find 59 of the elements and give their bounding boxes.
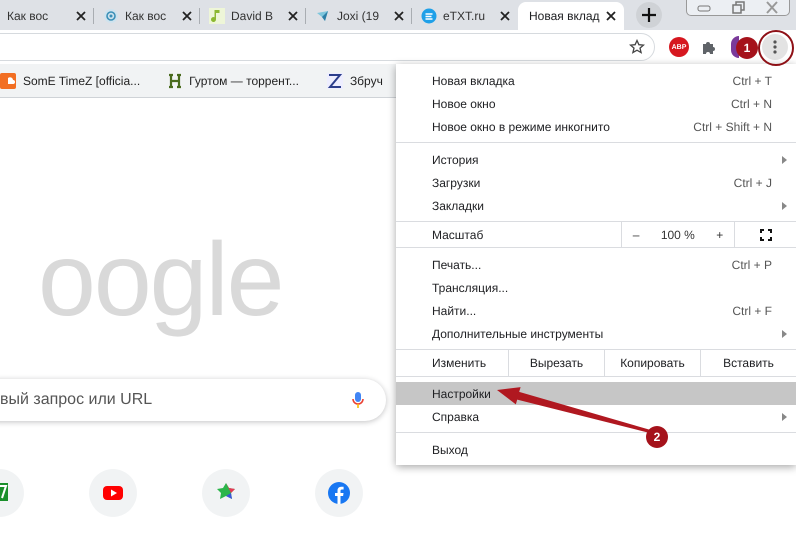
menu-item[interactable]: Новая вкладка Ctrl + T [396, 69, 796, 92]
menu-item[interactable]: Загрузки Ctrl + J [396, 171, 796, 194]
zoom-in-button[interactable]: + [716, 228, 724, 242]
bookmark-item[interactable]: Гуртом — торрент... [162, 72, 305, 88]
zoom-out-button[interactable]: – [632, 228, 640, 242]
more-vert-icon [773, 40, 777, 54]
menu-item[interactable]: Настройки [396, 382, 796, 405]
edit-action-button[interactable]: Копировать [604, 350, 700, 376]
zoom-level: 100 % [660, 228, 695, 242]
highlight-ring [758, 30, 794, 66]
edit-label: Изменить [432, 356, 488, 370]
star-icon[interactable] [629, 39, 645, 55]
menu-item[interactable]: Печать... Ctrl + P [396, 253, 796, 276]
edit-action-button[interactable]: Вставить [700, 350, 796, 376]
plus-icon [642, 8, 656, 22]
browser-tab[interactable]: Новая вклад [518, 2, 624, 30]
shortcut-label: Ctrl + P [732, 258, 772, 272]
close-icon[interactable] [76, 11, 86, 21]
music-note-icon [209, 8, 225, 24]
menu-item[interactable]: Трансляция... [396, 276, 796, 299]
shortcut-label: Ctrl + T [732, 74, 772, 88]
puzzle-icon[interactable] [701, 39, 717, 55]
bookmark-item[interactable]: Збруч [320, 72, 389, 88]
edit-action-button[interactable]: Вырезать [508, 350, 604, 376]
shortcut-tile[interactable] [315, 468, 363, 517]
close-icon[interactable] [606, 11, 616, 21]
shortcut-label: Ctrl + Shift + N [693, 120, 772, 134]
new-tab-button[interactable] [636, 2, 662, 28]
menu-item[interactable]: История [396, 148, 796, 171]
submenu-arrow-icon [782, 330, 786, 338]
fullscreen-icon[interactable] [760, 228, 772, 240]
letter-f-icon [327, 480, 351, 505]
menu-item[interactable]: Закладки [396, 194, 796, 217]
shortcut-label: Ctrl + F [732, 304, 772, 318]
menu-item[interactable]: Дополнительные инструменты [396, 322, 796, 345]
close-icon[interactable] [500, 11, 510, 21]
menu-item[interactable]: Новое окно в режиме инкогнито Ctrl + Shift + N [396, 115, 796, 138]
shortcut-tile[interactable] [202, 468, 250, 517]
menu-item[interactable]: Найти... Ctrl + F [396, 299, 796, 322]
shortcut-label: Ctrl + N [730, 96, 772, 110]
search-field[interactable]: вый запрос или URL [0, 378, 386, 421]
close-icon[interactable] [288, 11, 298, 21]
restore-icon[interactable] [731, 1, 745, 14]
submenu-arrow-icon [782, 412, 786, 420]
menu-item[interactable]: Новое окно Ctrl + N [396, 92, 796, 115]
close-icon[interactable] [394, 11, 404, 21]
menu-item[interactable]: Справка [396, 405, 796, 428]
microphone-icon[interactable] [352, 390, 364, 409]
bookmark-item[interactable]: SomE TimeZ [officia... [0, 72, 146, 88]
letter-z-icon [326, 72, 343, 88]
submenu-arrow-icon [782, 156, 786, 164]
submenu-arrow-icon [782, 202, 786, 210]
close-icon[interactable] [182, 11, 192, 21]
browser-tab[interactable]: eTXT.ru [412, 2, 518, 30]
cloud-icon [0, 72, 16, 88]
shortcut-label: Ctrl + J [734, 176, 772, 190]
menu-button[interactable] [762, 34, 788, 60]
zoom-label: Масштаб [432, 228, 484, 242]
letter-h-icon [168, 72, 182, 88]
